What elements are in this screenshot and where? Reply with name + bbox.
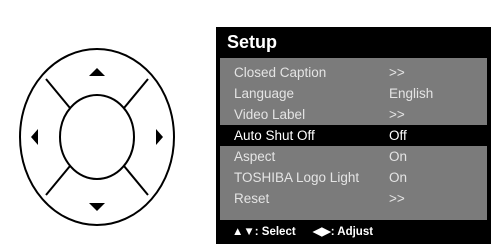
menu-item-value: >>: [389, 65, 405, 80]
menu-item-value: On: [389, 149, 408, 164]
menu-item-label: TOSHIBA Logo Light: [234, 170, 360, 185]
menu-item-label: Aspect: [234, 149, 276, 164]
menu-title: Setup: [216, 27, 491, 58]
menu-item-label: Auto Shut Off: [234, 128, 315, 143]
menu-item-language[interactable]: Language English: [220, 83, 487, 104]
menu-item-auto-shut-off[interactable]: Auto Shut Off Off: [220, 125, 487, 146]
menu-item-value: >>: [389, 107, 405, 122]
menu-item-aspect[interactable]: Aspect On: [220, 146, 487, 167]
menu-item-label: Closed Caption: [234, 65, 327, 80]
menu-item-toshiba-logo-light[interactable]: TOSHIBA Logo Light On: [220, 167, 487, 188]
menu-item-reset[interactable]: Reset >>: [220, 188, 487, 209]
menu-item-label: Video Label: [234, 107, 306, 122]
setup-menu-panel: Setup Closed Caption >> Language English…: [216, 27, 491, 244]
menu-item-video-label[interactable]: Video Label >>: [220, 104, 487, 125]
menu-footer: ▲▼: Select ◀▶: Adjust: [216, 220, 491, 244]
remote-dpad: [18, 45, 176, 230]
menu-item-closed-caption[interactable]: Closed Caption >>: [220, 62, 487, 83]
menu-item-label: Reset: [234, 191, 270, 206]
adjust-hint: ◀▶: Adjust: [313, 226, 374, 238]
menu-item-value: On: [389, 170, 408, 185]
menu-item-value: >>: [389, 191, 405, 206]
menu-item-value: English: [389, 86, 434, 101]
menu-item-label: Language: [234, 86, 295, 101]
menu-list: Closed Caption >> Language English Video…: [220, 58, 487, 220]
select-hint: ▲▼: Select: [232, 226, 296, 238]
menu-item-value: Off: [389, 128, 407, 143]
